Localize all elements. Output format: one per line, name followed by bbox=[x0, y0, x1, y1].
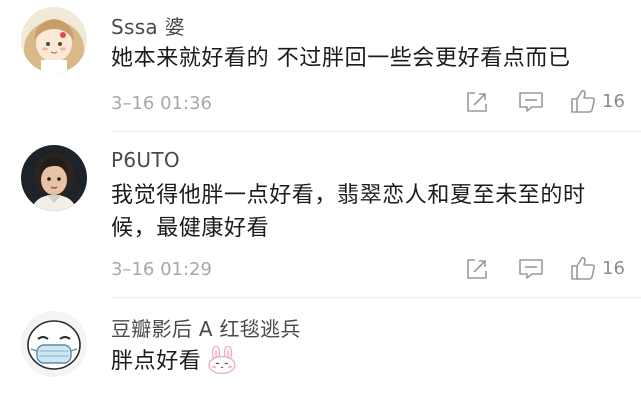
share-button[interactable] bbox=[465, 257, 489, 281]
cartoon-girl-avatar-icon bbox=[21, 7, 87, 73]
comment-button[interactable] bbox=[518, 90, 544, 114]
comment-text: 我觉得他胖一点好看，翡翠恋人和夏至未至的时候，最健康好看 bbox=[111, 183, 586, 241]
username[interactable]: 豆瓣影后 A 红毯逃兵 bbox=[111, 313, 301, 342]
like-count: 16 bbox=[602, 257, 625, 279]
share-icon bbox=[467, 259, 487, 279]
username[interactable]: P6UTO bbox=[111, 148, 180, 172]
comment-button[interactable] bbox=[518, 257, 544, 281]
comment-text: 她本来就好看的 不过胖回一些会更好看点而已 bbox=[111, 46, 571, 71]
comment-text: 胖点好看 bbox=[111, 345, 631, 384]
like-button[interactable]: 16 bbox=[570, 255, 625, 281]
user-avatar[interactable] bbox=[21, 7, 87, 73]
comment-time: 3–16 01:36 bbox=[111, 93, 212, 114]
comment-item-1: Sssa 婆 她本来就好看的 不过胖回一些会更好看点而已 3–16 01:36 … bbox=[0, 0, 641, 130]
comment-icon bbox=[519, 92, 543, 112]
girl-portrait-avatar-icon bbox=[21, 145, 87, 211]
user-avatar[interactable] bbox=[21, 311, 87, 377]
thumbs-up-icon bbox=[571, 257, 596, 280]
share-button[interactable] bbox=[465, 90, 489, 114]
masked-face-meme-avatar-icon bbox=[21, 311, 87, 377]
like-count: 16 bbox=[602, 90, 625, 112]
comment-time: 3–16 01:29 bbox=[111, 259, 212, 280]
comment-text-content: 胖点好看 bbox=[111, 349, 202, 374]
user-avatar[interactable] bbox=[21, 145, 87, 211]
like-button[interactable]: 16 bbox=[570, 88, 625, 114]
comment-item-2: P6UTO 我觉得他胖一点好看，翡翠恋人和夏至未至的时候，最健康好看 3–16 … bbox=[0, 131, 641, 296]
bunny-emoji-icon bbox=[207, 345, 237, 384]
thumbs-up-icon bbox=[571, 90, 596, 113]
comment-item-3: 豆瓣影后 A 红毯逃兵 胖点好看 bbox=[0, 297, 641, 402]
username[interactable]: Sssa 婆 bbox=[111, 11, 185, 40]
share-icon bbox=[467, 92, 487, 112]
comment-icon bbox=[519, 259, 543, 279]
